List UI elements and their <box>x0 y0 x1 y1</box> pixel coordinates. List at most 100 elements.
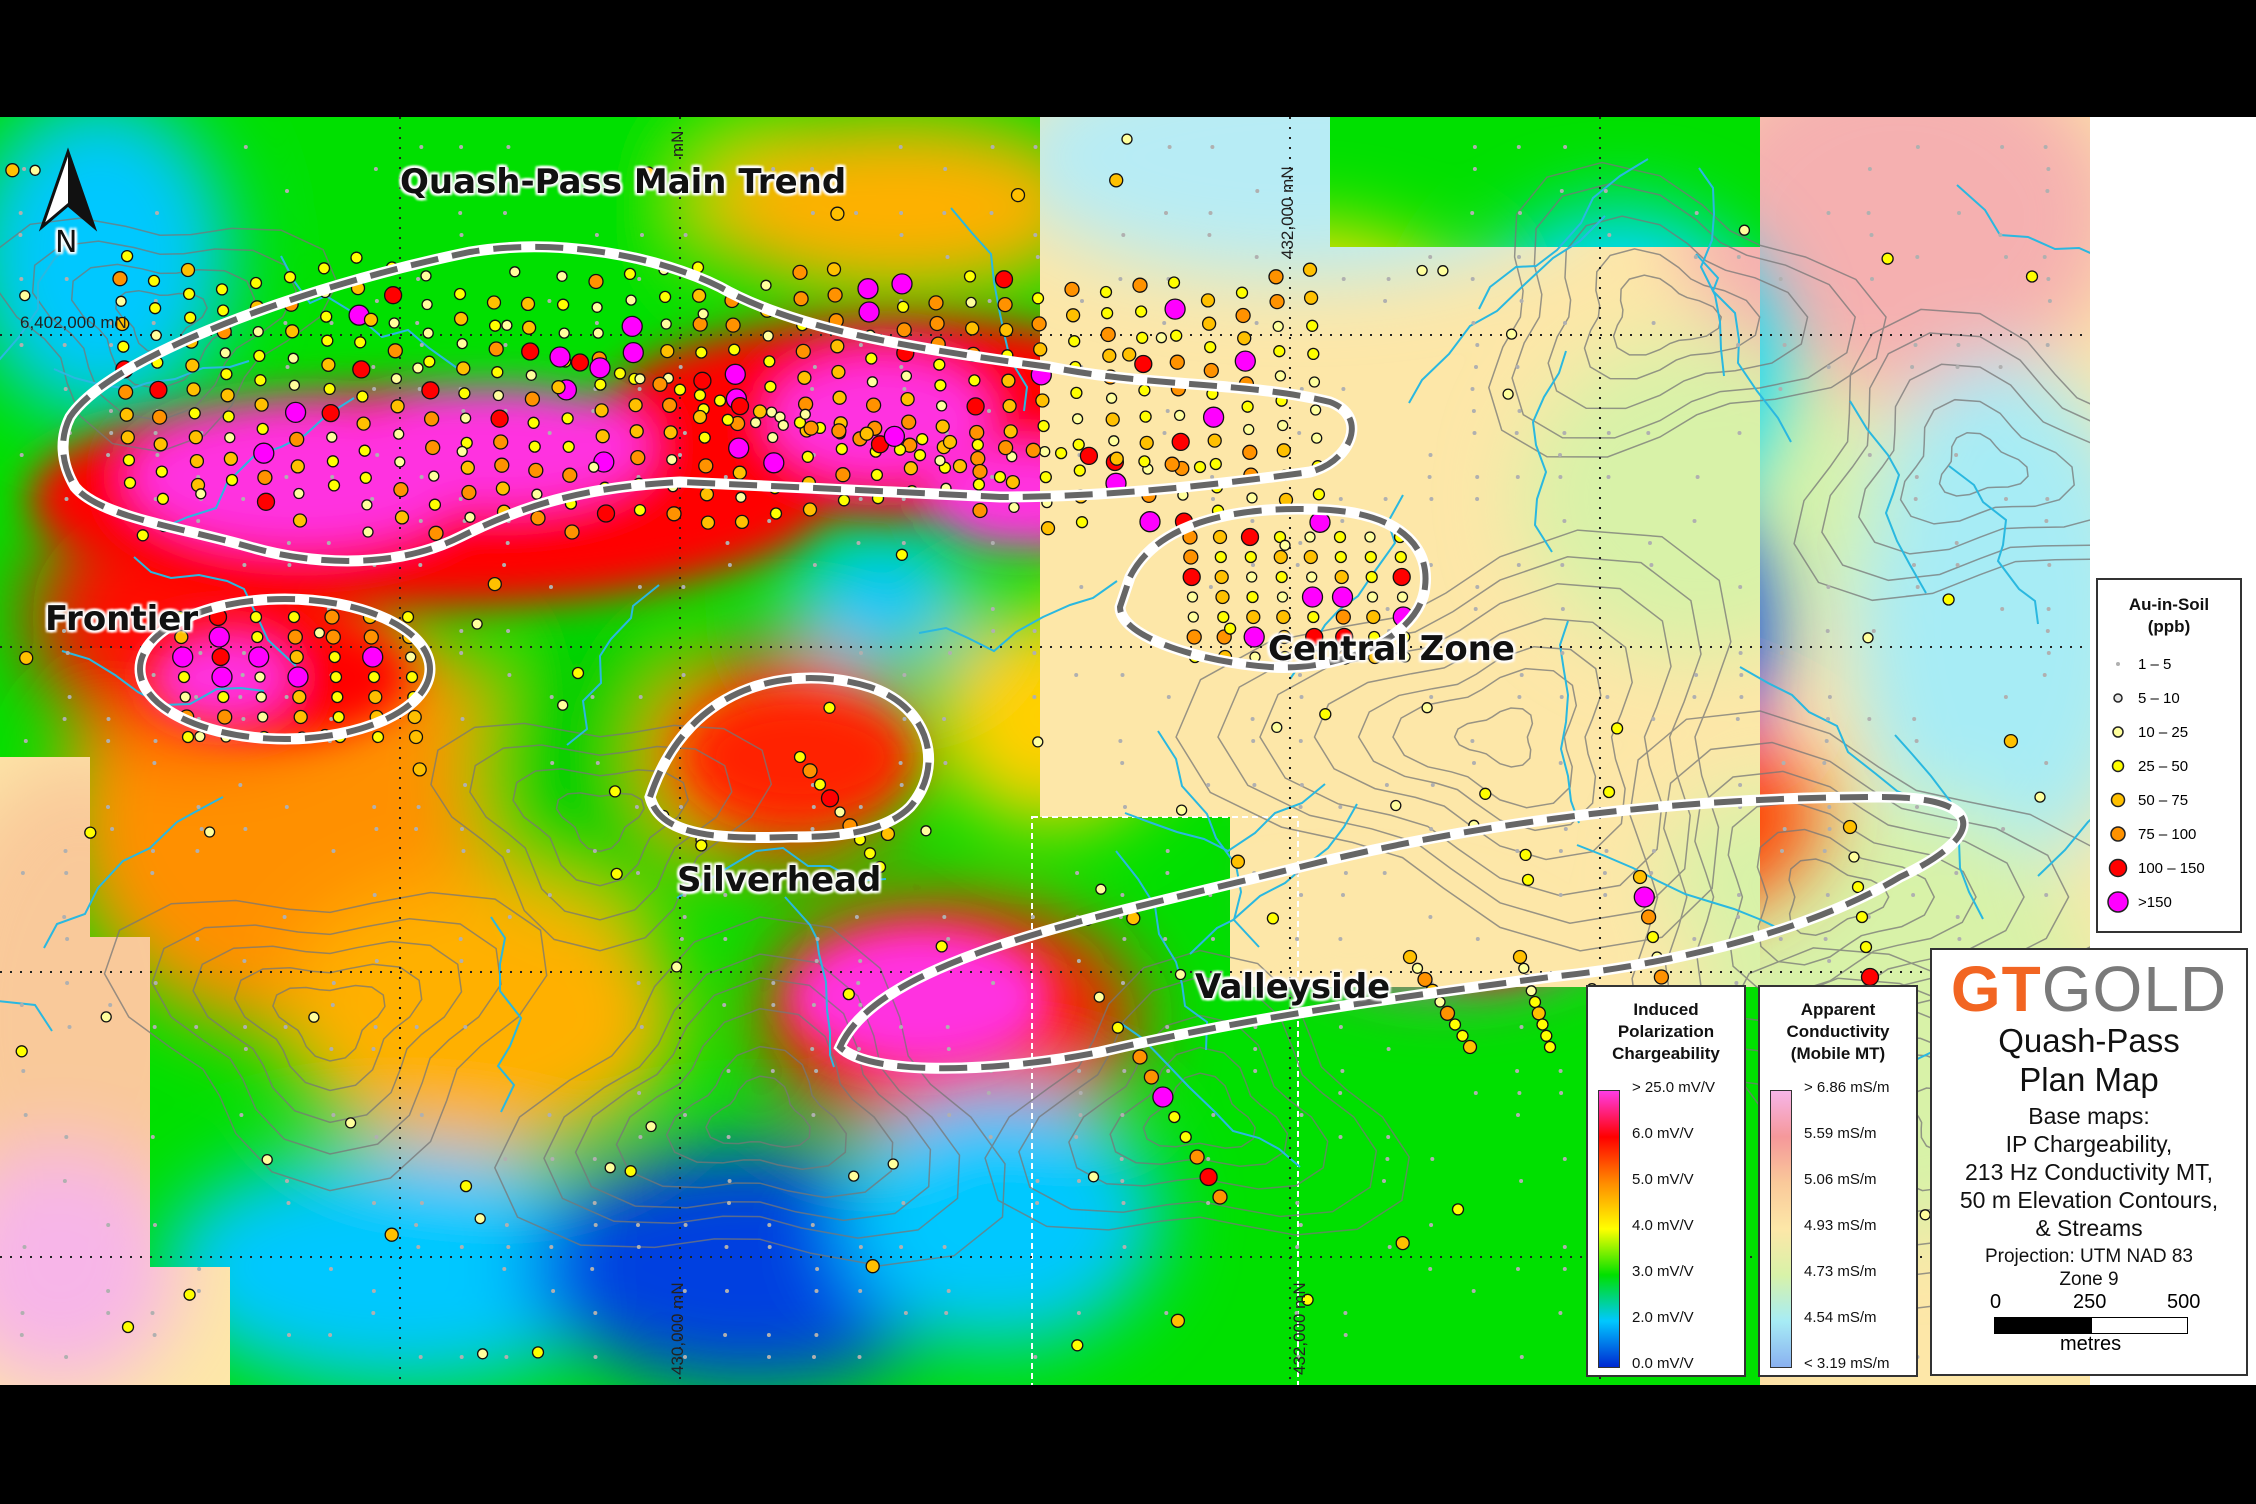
soil-sample <box>106 1311 111 1315</box>
soil-sample <box>1610 722 1624 735</box>
soil-sample <box>1954 541 1959 545</box>
soil-sample <box>1276 609 1291 625</box>
soil-sample <box>325 629 341 645</box>
soil-sample <box>20 1311 25 1315</box>
soil-sample <box>19 277 24 281</box>
soil-sample <box>899 211 904 215</box>
soil-sample <box>358 444 371 457</box>
soil-sample <box>1299 695 1304 699</box>
soil-sample <box>2034 791 2046 803</box>
soil-sample <box>363 629 379 645</box>
soil-sample <box>1475 937 1480 941</box>
soil-sample <box>289 431 305 448</box>
soil-sample <box>1251 739 1256 743</box>
soil-sample <box>1859 940 1873 954</box>
soil-sample <box>965 321 980 336</box>
soil-sample <box>1174 968 1187 981</box>
soil-sample <box>902 387 907 391</box>
mt-label-2: 5.06 mS/m <box>1804 1171 1877 1188</box>
soil-sample <box>1312 488 1326 501</box>
soil-sample <box>721 413 734 426</box>
soil-sample <box>254 374 267 387</box>
soil-sample <box>636 871 640 875</box>
soil-sample <box>208 626 230 648</box>
ip-legend-title-2: Polarization <box>1617 1022 1715 1041</box>
soil-sample <box>683 233 688 237</box>
soil-sample <box>1341 893 1345 897</box>
soil-sample <box>725 317 741 333</box>
soil-sample <box>155 465 168 478</box>
soil-sample <box>186 382 201 397</box>
soil-sample <box>1167 145 1172 149</box>
soil-sample <box>492 389 505 402</box>
soil-sample <box>797 370 812 385</box>
soil-sample <box>770 1069 775 1073</box>
soil-sample <box>110 827 115 831</box>
soil-sample <box>556 298 570 311</box>
soil-sample <box>551 380 566 395</box>
soil-sample <box>767 1245 772 1249</box>
soil-sample <box>1272 320 1284 333</box>
soil-sample <box>196 805 201 809</box>
soil-sample <box>1073 464 1086 477</box>
soil-sample <box>412 762 427 777</box>
soil-sample <box>1385 607 1390 611</box>
soil-sample <box>242 651 246 655</box>
soil-sample <box>899 1245 904 1249</box>
soil-sample <box>735 491 747 503</box>
soil-sample <box>1364 550 1377 564</box>
soil-sample <box>1651 717 1656 721</box>
soil-sample <box>1121 233 1126 237</box>
soil-sample <box>151 849 155 853</box>
soil-sample <box>1306 571 1318 583</box>
soil-sample <box>419 343 424 347</box>
soil-sample <box>21 1069 26 1073</box>
soil-sample <box>1164 456 1180 472</box>
soil-sample <box>287 352 299 364</box>
scale-bar: 0 250 500 metres <box>1932 1291 2246 1361</box>
soil-sample <box>622 341 644 364</box>
soil-sample <box>225 473 239 487</box>
soil-sample <box>1152 1086 1174 1108</box>
soil-sample <box>527 416 540 429</box>
soil-sample <box>1915 145 1920 149</box>
zone-label-central: Central Zone <box>1268 629 1515 669</box>
soil-sample <box>2046 651 2051 655</box>
soil-sample <box>590 1267 595 1271</box>
soil-sample <box>1471 409 1476 413</box>
soil-sample <box>255 691 267 703</box>
soil-sample <box>287 666 309 688</box>
soil-sample <box>417 387 422 391</box>
soil-sample <box>1136 331 1149 344</box>
soil-sample <box>793 750 807 764</box>
soil-sample <box>1035 1201 1040 1205</box>
soil-sample <box>62 343 67 347</box>
soil-sample <box>633 503 647 517</box>
soil-sample <box>1298 541 1303 545</box>
soil-sample <box>1039 445 1051 458</box>
soil-sample <box>1778 277 1783 281</box>
soil-sample <box>946 1289 951 1293</box>
soil-sample <box>1912 717 1917 721</box>
soil-sample <box>767 1355 771 1359</box>
soil-sample <box>994 270 1014 289</box>
soil-sample <box>153 739 158 743</box>
soil-sample <box>1077 1069 1082 1073</box>
soil-sample <box>636 981 641 985</box>
soil-sample <box>239 1113 244 1117</box>
soil-sample <box>593 1311 598 1315</box>
soil-sample <box>1517 695 1522 699</box>
soil-sample <box>1338 805 1343 809</box>
soil-sample <box>763 452 785 474</box>
base-map-line-1: IP Chargeability, <box>2005 1131 2173 1157</box>
soil-sample <box>856 541 861 545</box>
soil-sample <box>1694 211 1699 215</box>
soil-sample <box>194 730 206 743</box>
soil-sample <box>330 1003 335 1007</box>
soil-sample <box>257 711 269 723</box>
soil-sample <box>592 1157 597 1161</box>
soil-sample <box>67 695 72 699</box>
soil-sample <box>1165 409 1170 413</box>
soil-sample <box>1203 362 1219 379</box>
zone-label-frontier: Frontier <box>45 599 199 639</box>
